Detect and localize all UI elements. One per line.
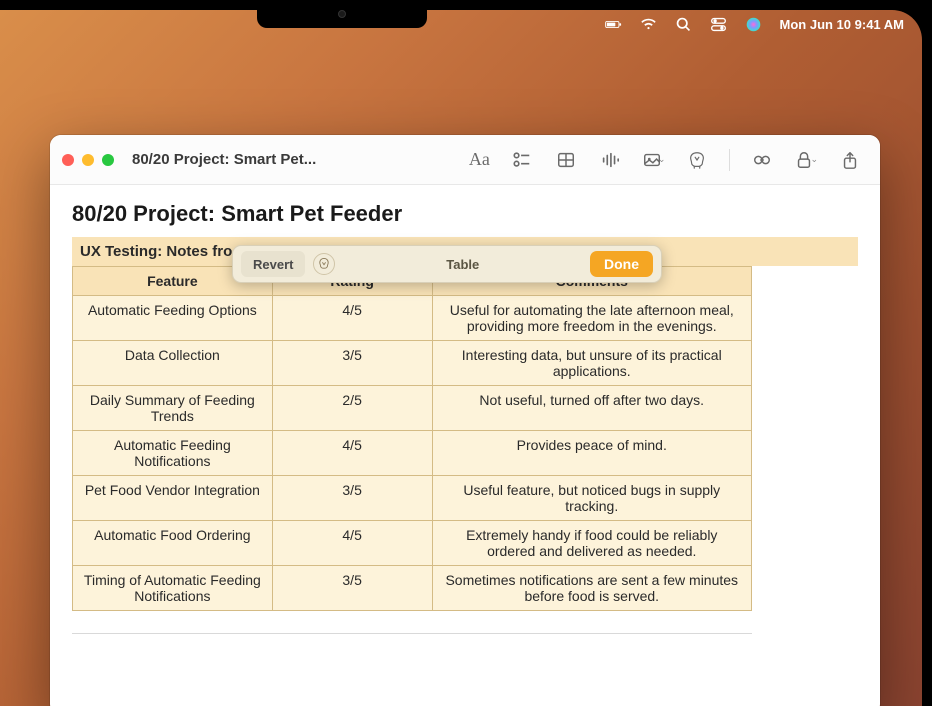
data-table-container: Feature Rating Comments Automatic Feedin… (72, 266, 858, 611)
cell-comments[interactable]: Sometimes notifications are sent a few m… (432, 566, 751, 611)
close-button[interactable] (62, 154, 74, 166)
lock-button[interactable]: ⌄ (794, 148, 818, 172)
siri-icon[interactable] (745, 16, 762, 33)
cell-feature[interactable]: Data Collection (73, 341, 273, 386)
toolbar: Aa ⌄ (469, 148, 868, 172)
table-row[interactable]: Daily Summary of Feeding Trends2/5Not us… (73, 386, 752, 431)
table-row[interactable]: Data Collection3/5Interesting data, but … (73, 341, 752, 386)
cell-comments[interactable]: Useful for automating the late afternoon… (432, 296, 751, 341)
window-title: 80/20 Project: Smart Pet... (132, 151, 316, 168)
cell-rating[interactable]: 4/5 (272, 431, 432, 476)
cell-feature[interactable]: Timing of Automatic Feeding Notification… (73, 566, 273, 611)
cell-feature[interactable]: Daily Summary of Feeding Trends (73, 386, 273, 431)
battery-icon[interactable] (605, 16, 622, 33)
audio-button[interactable] (598, 148, 622, 172)
table-row[interactable]: Timing of Automatic Feeding Notification… (73, 566, 752, 611)
search-icon[interactable] (675, 16, 692, 33)
cell-rating[interactable]: 3/5 (272, 476, 432, 521)
share-button[interactable] (838, 148, 862, 172)
notes-window: 80/20 Project: Smart Pet... Aa ⌄ (50, 135, 880, 706)
toolbar-divider (729, 149, 730, 171)
chevron-down-icon: ⌄ (810, 154, 818, 165)
cell-comments[interactable]: Useful feature, but noticed bugs in supp… (432, 476, 751, 521)
media-button[interactable]: ⌄ (642, 148, 666, 172)
cell-feature[interactable]: Automatic Food Ordering (73, 521, 273, 566)
feature-table[interactable]: Feature Rating Comments Automatic Feedin… (72, 266, 752, 611)
note-content[interactable]: 80/20 Project: Smart Pet Feeder UX Testi… (50, 185, 880, 706)
control-center-icon[interactable] (710, 16, 727, 33)
checklist-button[interactable] (510, 148, 534, 172)
table-row[interactable]: Automatic Feeding Notifications4/5Provid… (73, 431, 752, 476)
popover-title: Table (343, 257, 582, 272)
table-button[interactable] (554, 148, 578, 172)
cell-comments[interactable]: Not useful, turned off after two days. (432, 386, 751, 431)
cell-feature[interactable]: Pet Food Vendor Integration (73, 476, 273, 521)
cell-rating[interactable]: 3/5 (272, 341, 432, 386)
wifi-icon[interactable] (640, 16, 657, 33)
cell-feature[interactable]: Automatic Feeding Notifications (73, 431, 273, 476)
cell-feature[interactable]: Automatic Feeding Options (73, 296, 273, 341)
apple-intelligence-icon[interactable] (313, 253, 335, 275)
cell-comments[interactable]: Interesting data, but unsure of its prac… (432, 341, 751, 386)
cell-comments[interactable]: Provides peace of mind. (432, 431, 751, 476)
menubar: Mon Jun 10 9:41 AM (0, 10, 922, 38)
cell-rating[interactable]: 2/5 (272, 386, 432, 431)
table-row[interactable]: Pet Food Vendor Integration3/5Useful fea… (73, 476, 752, 521)
cell-rating[interactable]: 3/5 (272, 566, 432, 611)
link-button[interactable] (750, 148, 774, 172)
table-row[interactable]: Automatic Food Ordering4/5Extremely hand… (73, 521, 752, 566)
apple-intelligence-button[interactable] (685, 148, 709, 172)
done-button[interactable]: Done (590, 251, 653, 277)
cell-comments[interactable]: Extremely handy if food could be reliabl… (432, 521, 751, 566)
fullscreen-button[interactable] (102, 154, 114, 166)
datetime[interactable]: Mon Jun 10 9:41 AM (780, 17, 904, 32)
table-popover: Revert Table Done (232, 245, 662, 283)
revert-button[interactable]: Revert (241, 251, 305, 277)
window-controls (62, 154, 114, 166)
format-button[interactable]: Aa (469, 148, 490, 172)
cell-rating[interactable]: 4/5 (272, 296, 432, 341)
minimize-button[interactable] (82, 154, 94, 166)
document-title: 80/20 Project: Smart Pet Feeder (72, 201, 858, 227)
cell-rating[interactable]: 4/5 (272, 521, 432, 566)
chevron-down-icon: ⌄ (658, 154, 666, 165)
titlebar: 80/20 Project: Smart Pet... Aa ⌄ (50, 135, 880, 185)
table-row[interactable]: Automatic Feeding Options4/5Useful for a… (73, 296, 752, 341)
separator (72, 633, 752, 634)
